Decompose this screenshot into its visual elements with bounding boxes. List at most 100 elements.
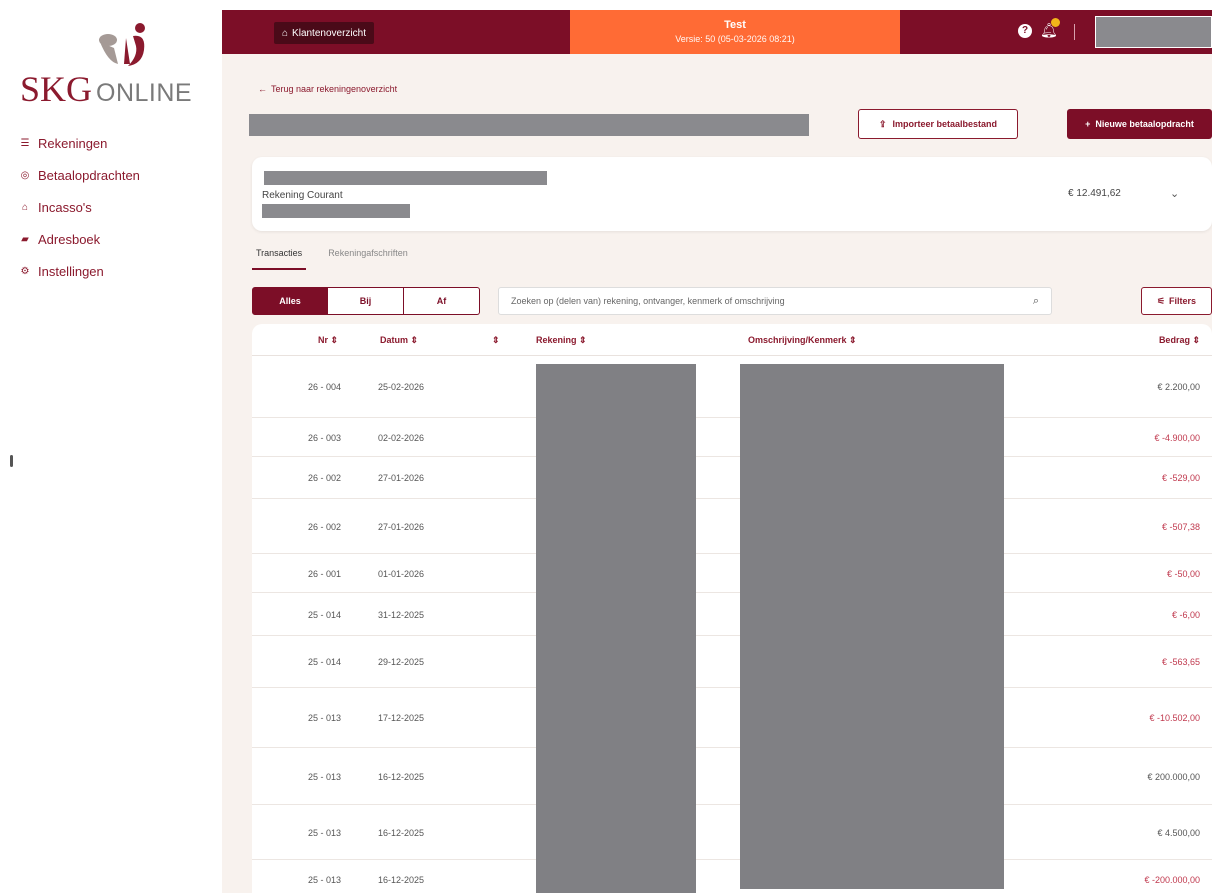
cell-datum: 17-12-2025 [378, 713, 425, 723]
cell-datum: 16-12-2025 [378, 828, 425, 838]
column-header-rekening[interactable]: Rekening ⇕ [536, 335, 587, 346]
sidebar-item-label: Instellingen [38, 263, 104, 279]
filters-button[interactable]: ⚟ Filters [1141, 287, 1212, 315]
page-title-redacted [249, 114, 809, 136]
cell-bedrag: € -50,00 [1166, 569, 1200, 579]
sidebar-item-incassos[interactable]: ⌂ Incasso's [18, 191, 140, 223]
column-header-nr[interactable]: Nr ⇕ [318, 335, 338, 346]
cell-datum: 29-12-2025 [378, 657, 425, 667]
cell-datum: 31-12-2025 [378, 610, 425, 620]
sliders-icon: ⚟ [1156, 295, 1166, 306]
account-balance: € 12.491,62 [1068, 188, 1121, 199]
cell-bedrag: € 4.500,00 [1157, 828, 1200, 838]
cell-datum: 25-02-2026 [378, 382, 425, 392]
logo-brand-text: SKG [20, 69, 93, 109]
table-row[interactable]: 25 - 014 31-12-2025 € -6,00 [252, 593, 1212, 636]
sidebar-item-instellingen[interactable]: ⚙ Instellingen [18, 255, 140, 287]
cell-nr: 25 - 013 [308, 772, 342, 782]
filter-alles-button[interactable]: Alles [252, 287, 328, 315]
user-menu[interactable] [1095, 16, 1212, 48]
sidebar-item-label: Incasso's [38, 199, 92, 215]
skg-logo[interactable]: SKG ONLINE [20, 18, 210, 109]
back-link-label: Terug naar rekeningenoverzicht [271, 84, 398, 94]
cell-bedrag: € -6,00 [1171, 610, 1200, 620]
cell-nr: 26 - 004 [308, 382, 342, 392]
inbox-icon: ⌂ [21, 201, 29, 213]
table-row[interactable]: 26 - 002 27-01-2026 € -507,38 [252, 499, 1212, 554]
cell-bedrag: € 200.000,00 [1147, 772, 1200, 782]
table-row[interactable]: 25 - 013 16-12-2025 € 4.500,00 [252, 805, 1212, 860]
help-icon[interactable]: ? [1018, 24, 1032, 38]
cell-bedrag: € -507,38 [1161, 522, 1200, 532]
upload-icon: ⇪ [878, 118, 887, 129]
back-link[interactable]: ← Terug naar rekeningenoverzicht [258, 84, 397, 94]
sidebar-item-label: Rekeningen [38, 135, 108, 151]
direction-filter: Alles Bij Af [252, 287, 480, 315]
environment-banner: Test Versie: 50 (05-03-2026 08:21) [570, 10, 900, 54]
search-placeholder: Zoeken op (delen van) rekening, ontvange… [511, 296, 785, 306]
filters-button-label: Filters [1169, 296, 1197, 306]
column-header-omschrijving[interactable]: Omschrijving/Kenmerk ⇕ [748, 335, 857, 346]
new-payment-order-button[interactable]: + Nieuwe betaalopdracht [1067, 109, 1212, 139]
cell-nr: 25 - 014 [308, 610, 342, 620]
column-header-sort[interactable]: ⇕ [492, 335, 500, 346]
logo-suffix-text: ONLINE [96, 79, 193, 107]
tab-rekeningafschriften[interactable]: Rekeningafschriften [324, 246, 412, 270]
table-row[interactable]: 25 - 013 16-12-2025 € -200.000,00 [252, 860, 1212, 893]
plus-icon: + [1085, 119, 1091, 129]
table-row[interactable]: 25 - 013 17-12-2025 € -10.502,00 [252, 688, 1212, 748]
cell-nr: 26 - 002 [308, 473, 342, 483]
tab-bar: Transacties Rekeningafschriften [252, 246, 412, 270]
table-row[interactable]: 26 - 002 27-01-2026 € -529,00 [252, 457, 1212, 499]
import-payment-file-button[interactable]: ⇪ Importeer betaalbestand [858, 109, 1018, 139]
tab-transacties[interactable]: Transacties [252, 246, 307, 270]
column-header-datum[interactable]: Datum ⇕ [380, 335, 418, 346]
search-input[interactable]: Zoeken op (delen van) rekening, ontvange… [498, 287, 1052, 315]
cell-datum: 16-12-2025 [378, 875, 425, 885]
home-icon: ⌂ [282, 27, 289, 39]
klantenoverzicht-button[interactable]: ⌂ Klantenoverzicht [274, 22, 374, 44]
cell-bedrag: € -10.502,00 [1149, 713, 1200, 723]
cell-datum: 27-01-2026 [378, 522, 425, 532]
circle-icon: ◎ [20, 169, 30, 181]
cell-datum: 01-01-2026 [378, 569, 425, 579]
sidebar: SKG ONLINE ☰ Rekeningen ◎ Betaalopdrachte… [0, 0, 222, 893]
cell-nr: 25 - 013 [308, 713, 342, 723]
cell-bedrag: € -529,00 [1161, 473, 1200, 483]
column-header-bedrag[interactable]: Bedrag ⇕ [1159, 335, 1200, 346]
rekening-column-redacted [536, 364, 696, 893]
arrow-left-icon: ← [258, 84, 267, 94]
sidebar-item-rekeningen[interactable]: ☰ Rekeningen [18, 127, 140, 159]
new-button-label: Nieuwe betaalopdracht [1095, 119, 1194, 129]
cell-datum: 02-02-2026 [378, 433, 425, 443]
chevron-down-icon[interactable]: ⌄ [1170, 187, 1179, 200]
sidebar-item-betaalopdrachten[interactable]: ◎ Betaalopdrachten [18, 159, 140, 191]
table-row[interactable]: 26 - 001 01-01-2026 € -50,00 [252, 554, 1212, 593]
table-row[interactable]: 26 - 003 02-02-2026 € -4.900,00 [252, 418, 1212, 457]
sidebar-collapse-handle[interactable] [10, 455, 13, 467]
environment-title: Test [724, 19, 746, 31]
account-card[interactable]: Rekening Courant € 12.491,62 ⌄ [252, 157, 1212, 231]
cell-nr: 25 - 013 [308, 875, 342, 885]
filter-af-button[interactable]: Af [404, 287, 480, 315]
klantenoverzicht-label: Klantenoverzicht [292, 27, 366, 39]
book-icon: ▰ [21, 233, 29, 245]
sidebar-item-adresboek[interactable]: ▰ Adresboek [18, 223, 140, 255]
import-button-label: Importeer betaalbestand [892, 119, 998, 129]
table-row[interactable]: 25 - 014 29-12-2025 € -563,65 [252, 636, 1212, 688]
gears-icon: ⚙ [20, 265, 30, 277]
cell-bedrag: € -200.000,00 [1144, 875, 1200, 885]
search-icon[interactable]: ⌕ [1033, 295, 1039, 308]
sidebar-item-label: Betaalopdrachten [38, 167, 140, 183]
list-icon: ☰ [20, 137, 30, 149]
filter-bij-button[interactable]: Bij [328, 287, 404, 315]
environment-version: Versie: 50 (05-03-2026 08:21) [675, 34, 795, 44]
table-row[interactable]: 26 - 004 25-02-2026 € 2.200,00 [252, 356, 1212, 418]
app-root: SKG ONLINE ☰ Rekeningen ◎ Betaalopdrachte… [0, 0, 1212, 893]
cell-bedrag: € 2.200,00 [1157, 382, 1200, 392]
cell-nr: 26 - 002 [308, 522, 342, 532]
table-row[interactable]: 25 - 013 16-12-2025 € 200.000,00 [252, 748, 1212, 805]
table-header: Nr ⇕ Datum ⇕ ⇕ Rekening ⇕ Omschrijving/K… [252, 324, 1212, 356]
omschrijving-column-redacted [740, 364, 1004, 889]
notification-badge [1051, 18, 1060, 27]
